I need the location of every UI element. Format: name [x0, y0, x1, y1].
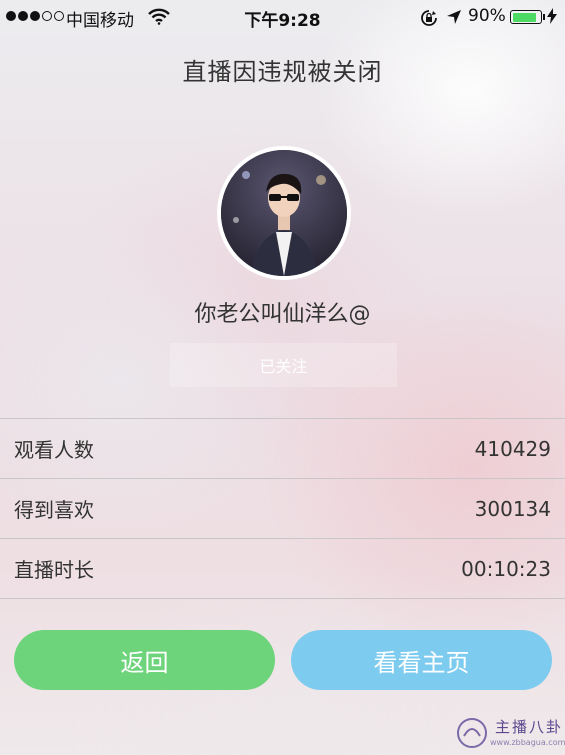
- stat-label: 直播时长: [14, 558, 94, 582]
- stats-list: 观看人数 410429 得到喜欢 300134 直播时长 00:10:23: [0, 418, 565, 599]
- status-bar: 中国移动 下午9:28 90%: [0, 0, 565, 34]
- stat-row-likes: 得到喜欢 300134: [0, 479, 565, 539]
- watermark-url: www.zbbagua.com.cn: [490, 738, 565, 747]
- avatar-photo: [221, 150, 347, 276]
- back-button[interactable]: 返回: [14, 630, 275, 690]
- battery-percent: 90%: [468, 6, 506, 26]
- stat-value: 410429: [474, 436, 551, 461]
- username: 你老公叫仙洋么@: [194, 302, 371, 327]
- stat-value: 00:10:23: [461, 556, 551, 581]
- view-homepage-button[interactable]: 看看主页: [291, 630, 552, 690]
- follow-status-button[interactable]: 已关注: [170, 343, 397, 387]
- battery-fill: [512, 12, 536, 22]
- watermark-text: 主播八卦: [495, 718, 564, 736]
- charging-bolt-icon: [547, 8, 557, 24]
- rotation-lock-icon: [421, 10, 437, 26]
- stat-label: 观看人数: [14, 438, 94, 462]
- stat-row-viewers: 观看人数 410429: [0, 419, 565, 479]
- stat-row-duration: 直播时长 00:10:23: [0, 539, 565, 599]
- stat-label: 得到喜欢: [14, 498, 94, 522]
- location-arrow-icon: [447, 10, 461, 24]
- battery-icon: [510, 10, 542, 24]
- battery-nub: [543, 14, 545, 20]
- stat-value: 300134: [474, 496, 551, 521]
- avatar[interactable]: [217, 146, 351, 280]
- watermark-logo-icon: [457, 718, 487, 748]
- page-title: 直播因违规被关闭: [182, 58, 383, 86]
